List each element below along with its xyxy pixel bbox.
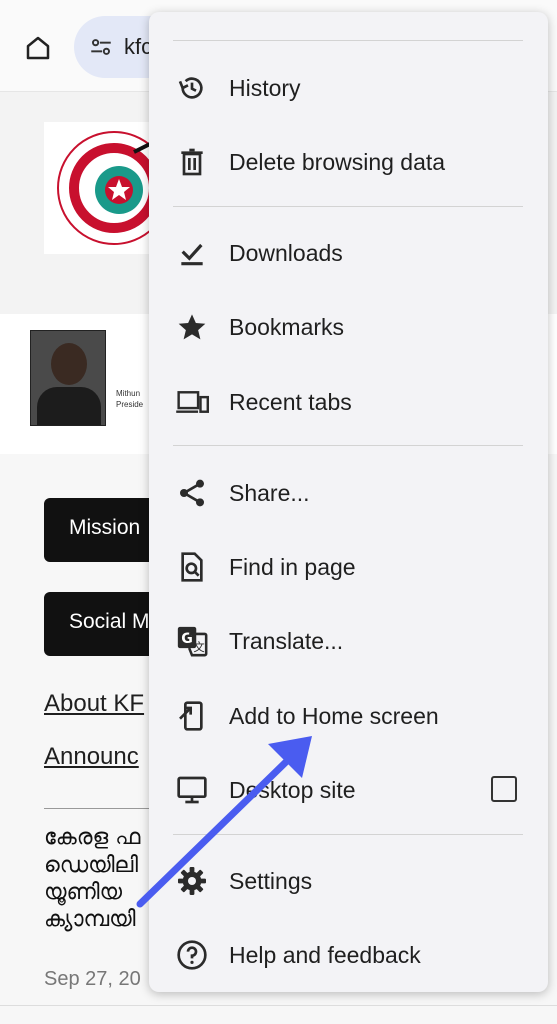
- help-icon: [175, 938, 209, 972]
- menu-item-delete-browsing-data[interactable]: Delete browsing data: [149, 130, 548, 194]
- article-text-line: ക്യാമ്പയി: [44, 907, 136, 932]
- menu-item-share[interactable]: Share...: [149, 461, 548, 525]
- trash-icon: [175, 145, 209, 179]
- menu-item-label: Delete browsing data: [229, 148, 446, 175]
- menu-item-translate[interactable]: G文 Translate...: [149, 609, 548, 673]
- menu-item-help-and-feedback[interactable]: Help and feedback: [149, 923, 548, 987]
- divider: [44, 808, 164, 809]
- menu-item-desktop-site[interactable]: Desktop site: [149, 758, 548, 822]
- menu-separator: [173, 445, 523, 446]
- url-text: kfc: [124, 34, 153, 59]
- download-check-icon: [175, 236, 209, 270]
- divider: [0, 1005, 557, 1006]
- menu-item-settings[interactable]: Settings: [149, 849, 548, 913]
- find-in-page-icon: [175, 550, 209, 584]
- menu-separator: [173, 206, 523, 207]
- announcements-link[interactable]: Announc: [44, 743, 139, 771]
- menu-item-bookmarks[interactable]: Bookmarks: [149, 295, 548, 359]
- about-link[interactable]: About KF: [44, 690, 144, 718]
- menu-item-add-to-home-screen[interactable]: Add to Home screen: [149, 684, 548, 748]
- share-icon: [175, 476, 209, 510]
- article-text-line: കേരള ഫ: [44, 825, 141, 850]
- menu-separator: [173, 40, 523, 41]
- add-to-home-icon: [175, 699, 209, 733]
- article-date: Sep 27, 20: [44, 968, 141, 990]
- menu-item-label: Bookmarks: [229, 313, 345, 340]
- menu-item-downloads[interactable]: Downloads: [149, 221, 548, 285]
- menu-item-label: Add to Home screen: [229, 702, 439, 729]
- history-icon: [175, 71, 209, 105]
- menu-item-label: Settings: [229, 867, 313, 894]
- menu-item-find-in-page[interactable]: Find in page: [149, 535, 548, 599]
- photo-caption-name: Mithun: [116, 389, 141, 398]
- home-button[interactable]: [18, 28, 58, 68]
- menu-item-label: Help and feedback: [229, 941, 421, 968]
- desktop-icon: [175, 773, 209, 807]
- menu-item-label: Translate...: [229, 627, 344, 654]
- translate-icon: G文: [175, 624, 209, 658]
- menu-item-label: Downloads: [229, 239, 343, 266]
- menu-item-label: Desktop site: [229, 776, 356, 803]
- menu-item-recent-tabs[interactable]: Recent tabs: [149, 370, 548, 434]
- devices-icon: [175, 385, 209, 419]
- overflow-menu: History Delete browsing data Downloads B…: [149, 12, 548, 992]
- menu-item-label: Find in page: [229, 553, 356, 580]
- desktop-site-checkbox[interactable]: [491, 776, 517, 802]
- menu-item-label: History: [229, 74, 301, 101]
- profile-photo: [30, 330, 106, 426]
- union-logo: [44, 122, 171, 254]
- article-text-line: ഡെയിലി: [44, 853, 139, 878]
- star-icon: [175, 310, 209, 344]
- svg-text:文: 文: [193, 640, 204, 654]
- menu-item-history[interactable]: History: [149, 56, 548, 120]
- menu-item-label: Share...: [229, 479, 310, 506]
- menu-separator: [173, 834, 523, 835]
- article-text-line: യൂണിയ: [44, 880, 123, 905]
- site-settings-icon[interactable]: [88, 34, 114, 60]
- menu-item-label: Recent tabs: [229, 388, 352, 415]
- gear-icon: [175, 864, 209, 898]
- photo-caption-title: Preside: [116, 400, 144, 409]
- home-icon: [26, 36, 50, 60]
